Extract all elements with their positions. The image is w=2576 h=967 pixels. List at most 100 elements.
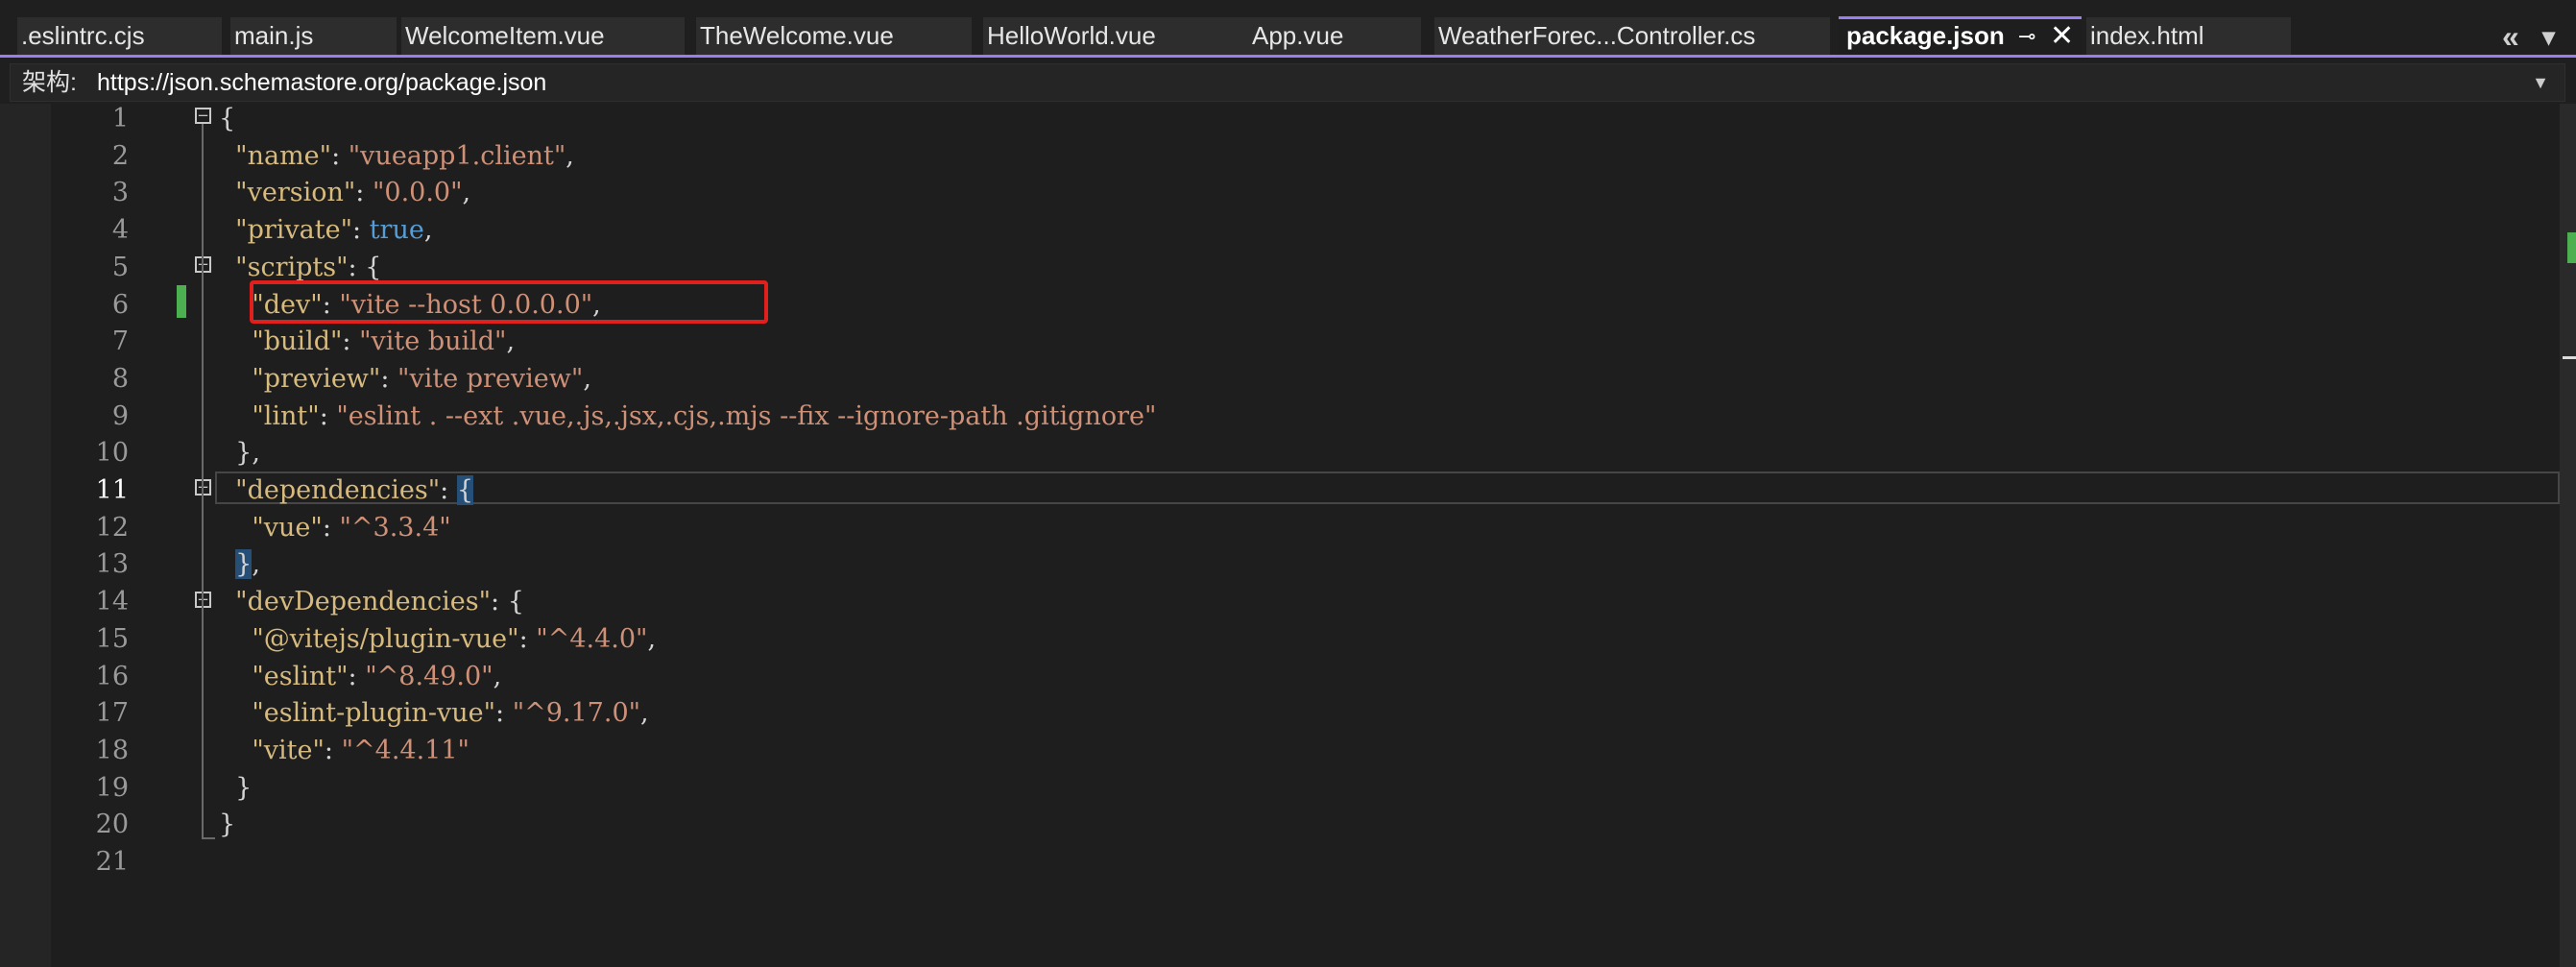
json-punctuation: }, [219,438,260,468]
scrollbar-change-marker [2567,232,2576,263]
code-line[interactable]: }, [219,438,260,468]
json-punctuation: : { [491,587,524,616]
tab-thewelcome[interactable]: TheWelcome.vue [696,17,972,55]
code-line[interactable]: "name": "vueapp1.client", [219,141,574,171]
json-punctuation: , [640,698,649,728]
line-number: 14 [95,587,129,616]
schema-bar: 架构: https://json.schemastore.org/package… [0,60,2576,104]
line-number: 15 [95,624,129,654]
json-punctuation [219,513,252,543]
json-punctuation: , [506,326,516,356]
json-punctuation: : [331,141,349,171]
tab-weatherforecast-controller[interactable]: WeatherForec...Controller.cs [1434,17,1830,55]
json-string: "^3.3.4" [339,513,451,543]
json-punctuation [219,326,252,356]
line-number: 20 [95,810,129,839]
json-punctuation: : [440,475,457,505]
tab-package-json[interactable]: package.json [1839,17,2082,55]
code-line[interactable]: "build": "vite build", [219,326,515,356]
chevron-down-icon[interactable]: ▼ [2532,64,2549,101]
tab-label: package.json [1846,21,2005,50]
line-number: 2 [111,141,129,171]
outline-guide [202,273,204,462]
code-line[interactable]: } [219,810,235,839]
json-string: "vite build" [359,326,507,356]
tab-app-vue[interactable]: App.vue [1248,17,1421,55]
json-punctuation: , [252,549,260,579]
json-punctuation: : [495,698,513,728]
json-key: "lint" [252,401,320,431]
json-punctuation [219,624,252,654]
json-string: "^4.4.11" [341,736,469,765]
line-number: 17 [95,698,129,728]
code-line[interactable]: } [219,773,252,803]
change-tracking-marker [177,285,186,318]
json-string: "0.0.0" [372,178,463,207]
json-boolean: true [369,215,424,245]
tab-index-html[interactable]: index.html [2086,17,2291,55]
json-punctuation: , [462,178,471,207]
close-icon[interactable]: ✕ [2050,17,2074,55]
code-line[interactable]: "eslint-plugin-vue": "^9.17.0", [219,698,649,728]
scroll-tabs-left-icon[interactable]: « [2502,19,2519,54]
json-key: "private" [235,215,353,245]
json-string: "^9.17.0" [512,698,641,728]
schema-url[interactable]: https://json.schemastore.org/package.jso… [97,64,546,101]
json-string: "eslint . --ext .vue,.js,.jsx,.cjs,.mjs … [336,401,1157,431]
code-line[interactable]: "vue": "^3.3.4" [219,513,451,543]
json-punctuation: : [352,215,370,245]
code-line[interactable]: }, [219,549,260,579]
json-key: "eslint-plugin-vue" [252,698,496,728]
json-punctuation [219,364,252,394]
tab-main-js[interactable]: main.js [230,17,397,55]
line-number: 5 [111,253,129,282]
tab-list-dropdown-icon[interactable]: ▾ [2542,19,2555,54]
code-line[interactable]: "vite": "^4.4.11" [219,736,469,765]
json-punctuation [219,141,235,171]
code-line[interactable]: "lint": "eslint . --ext .vue,.js,.jsx,.c… [219,401,1156,431]
json-punctuation: { [219,104,236,133]
json-key: "devDependencies" [235,587,492,616]
matched-brace: } [235,549,253,579]
code-line[interactable]: "scripts": { [219,253,381,282]
code-line[interactable]: "private": true, [219,215,432,245]
code-line[interactable]: "devDependencies": { [219,587,524,616]
code-line[interactable]: "preview": "vite preview", [219,364,591,394]
json-punctuation [219,178,235,207]
json-punctuation [219,587,235,616]
json-punctuation [219,401,252,431]
json-punctuation: : [324,736,342,765]
code-line[interactable]: "eslint": "^8.49.0", [219,662,501,691]
tab-strip-accent-line [0,55,2576,58]
json-key: "vue" [252,513,323,543]
collapse-icon[interactable]: − [195,108,211,124]
tab-eslintrc[interactable]: .eslintrc.cjs [17,17,222,55]
json-punctuation [219,253,235,282]
line-number: 11 [95,475,129,505]
json-punctuation: : [342,326,360,356]
json-punctuation: , [423,215,433,245]
code-line[interactable]: { [219,104,235,133]
code-line[interactable]: "@vitejs/plugin-vue": "^4.4.0", [219,624,656,654]
json-key: "build" [252,326,343,356]
document-tab-strip: .eslintrc.cjs main.js WelcomeItem.vue Th… [0,0,2576,58]
line-number: 7 [111,326,129,356]
json-punctuation: , [647,624,657,654]
json-punctuation: : [319,401,337,431]
line-number: 10 [95,438,129,468]
schema-selector[interactable]: 架构: https://json.schemastore.org/package… [10,63,2565,102]
json-key: "dependencies" [235,475,441,505]
schema-label: 架构: [22,69,77,96]
json-punctuation: } [219,810,236,839]
json-punctuation: } [219,773,253,803]
tab-helloworld[interactable]: HelloWorld.vue [983,17,1254,55]
json-key: "scripts" [235,253,349,282]
json-punctuation: : [322,513,340,543]
pin-icon[interactable]: ⊸ [2018,17,2035,55]
code-line[interactable]: "version": "0.0.0", [219,178,470,207]
json-punctuation: : { [348,253,382,282]
json-punctuation [219,698,252,728]
code-line[interactable]: "dependencies": { [219,475,474,505]
json-key: "@vitejs/plugin-vue" [252,624,519,654]
tab-welcomeitem[interactable]: WelcomeItem.vue [401,17,685,55]
